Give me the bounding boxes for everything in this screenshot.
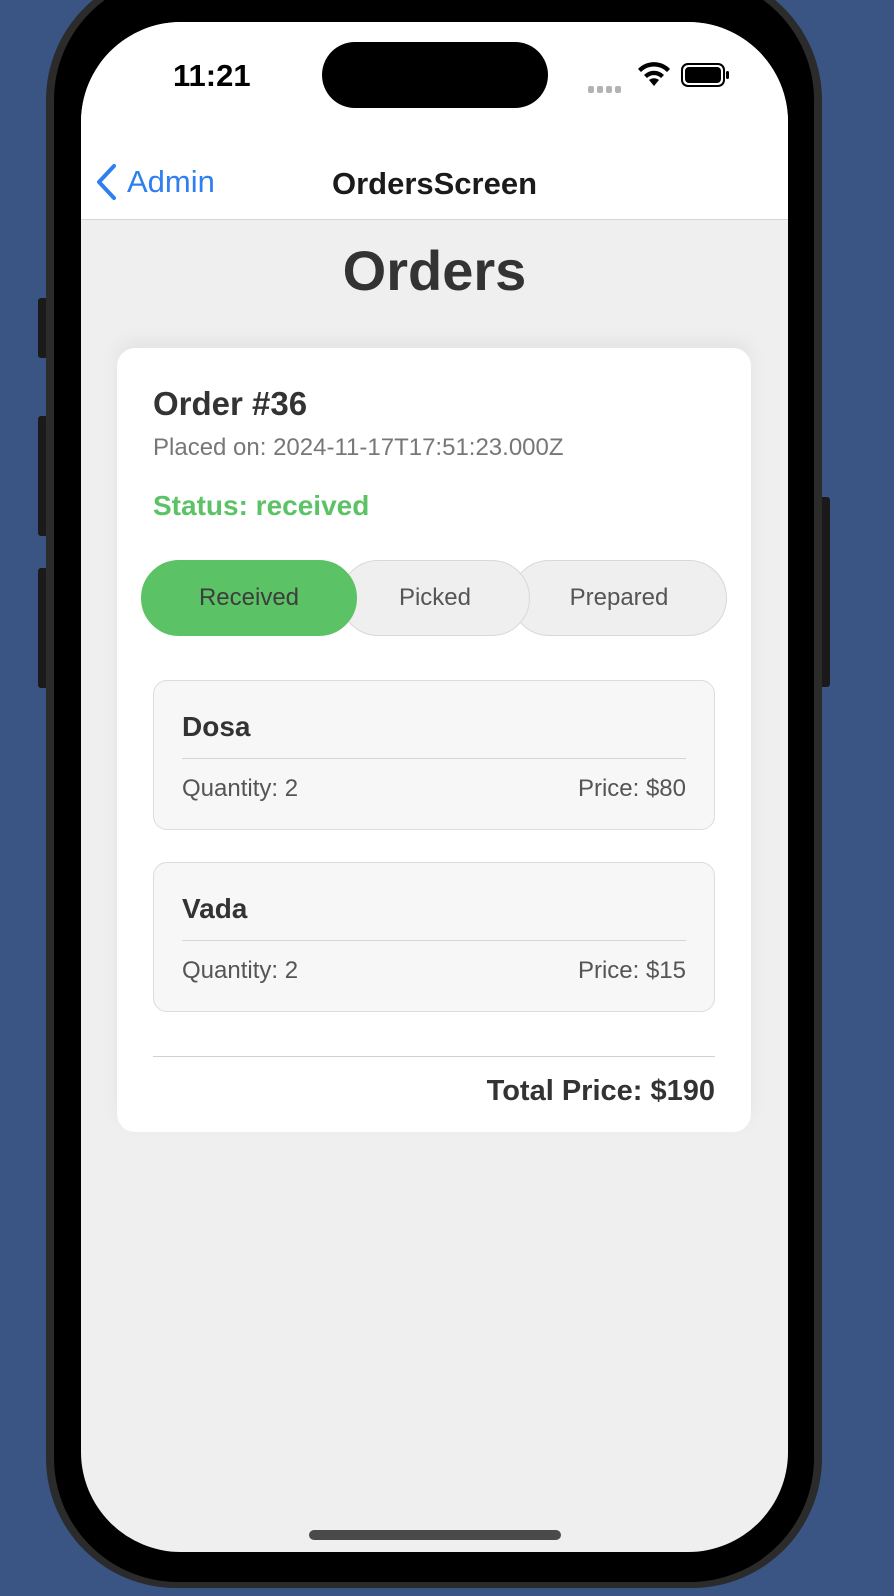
battery-icon <box>681 63 731 92</box>
status-bar: 11:21 <box>81 22 788 132</box>
item-quantity: Quantity: 2 <box>182 775 299 802</box>
item-price: Price: $80 <box>577 775 686 802</box>
status-button-received[interactable]: Received <box>141 560 357 636</box>
order-card: Order #36 Placed on: 2024-11-17T17:51:23… <box>117 348 751 1132</box>
status-time: 11:21 <box>173 58 251 93</box>
item-quantity: Quantity: 2 <box>182 957 299 984</box>
home-indicator[interactable] <box>309 1530 561 1540</box>
navigation-bar: Admin OrdersScreen <box>81 132 788 220</box>
cellular-signal-icon <box>588 80 624 98</box>
item-price: Price: $15 <box>577 957 686 984</box>
item-divider <box>182 758 686 759</box>
order-status: Status: received <box>153 490 370 521</box>
order-placed-date: Placed on: 2024-11-17T17:51:23.000Z <box>153 434 564 461</box>
dynamic-island <box>322 42 548 108</box>
wifi-icon <box>637 62 671 93</box>
item-divider <box>182 940 686 941</box>
order-item: Vada Quantity: 2 Price: $15 <box>153 862 715 1012</box>
status-button-picked[interactable]: Picked <box>340 560 530 636</box>
item-name: Vada <box>182 893 248 924</box>
item-name: Dosa <box>182 711 251 742</box>
page-title: Orders <box>342 239 527 302</box>
total-price: Total Price: $190 <box>486 1075 715 1107</box>
nav-title: OrdersScreen <box>331 166 538 201</box>
total-divider <box>153 1056 715 1057</box>
order-item: Dosa Quantity: 2 Price: $80 <box>153 680 715 830</box>
phone-screen: 11:21 Admin OrdersScreen Orders Order #3… <box>81 22 788 1552</box>
status-button-prepared[interactable]: Prepared <box>511 560 727 636</box>
order-title: Order #36 <box>153 385 308 422</box>
